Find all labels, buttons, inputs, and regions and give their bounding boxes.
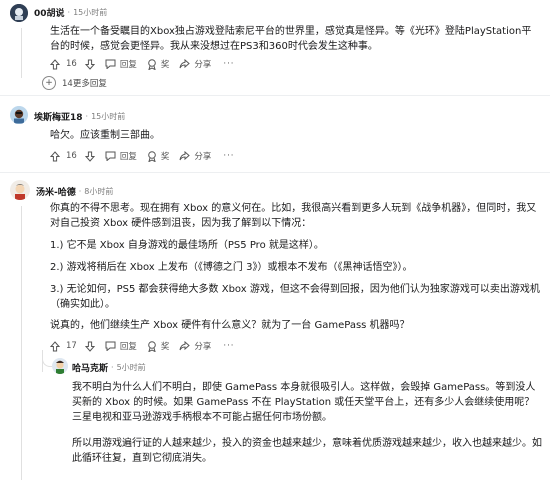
vote-group: 16 <box>50 58 95 70</box>
comment-body: 生活在一个备受瞩目的Xbox独占游戏登陆索尼平台的世界里，感觉真是怪异。等《光环… <box>50 26 532 52</box>
comment-header: 汤米-哈德 · 8小时前 <box>36 185 113 198</box>
share-icon <box>179 151 191 161</box>
avatar-image <box>10 4 28 22</box>
share-icon <box>179 59 191 69</box>
expand-icon: + <box>42 76 56 90</box>
thread-line <box>21 206 22 480</box>
avatar[interactable] <box>10 106 28 124</box>
comment-header: 00胡说 · 15小时前 <box>34 6 107 19</box>
avatar-image <box>10 180 30 200</box>
reply-icon <box>105 341 116 351</box>
comment-paragraph: 你真的不得不思考。现在拥有 Xbox 的意义何在。比如，我很高兴看到更多人玩到《… <box>50 203 537 229</box>
comment-paragraph: 3.) 无论如何，PS5 都会获得绝大多数 Xbox 游戏，但这不会得到回报，因… <box>50 284 540 310</box>
comment-paragraph: 2.) 游戏将稍后在 Xbox 上发布（《博德之门 3》）或根本不发布（《黑神话… <box>50 262 413 273</box>
downvote-icon[interactable] <box>84 59 95 70</box>
share-button[interactable]: 分享 <box>179 58 211 70</box>
more-options-icon[interactable]: ··· <box>223 59 234 69</box>
timestamp[interactable]: 8小时前 <box>84 186 113 197</box>
avatar[interactable] <box>10 4 28 22</box>
separator: · <box>111 363 114 372</box>
separator: · <box>78 187 82 196</box>
comment-paragraph: 所以用游戏遍行证的人越来越少，投入的资金也越来越少，意味着优质游戏越来越少，收入… <box>72 438 542 464</box>
share-label: 分享 <box>194 60 212 70</box>
reply-button[interactable]: 回复 <box>105 58 137 70</box>
reply-icon <box>105 151 116 161</box>
timestamp[interactable]: 15小时前 <box>91 111 125 122</box>
reply-label: 回复 <box>119 342 137 352</box>
avatar-image <box>52 358 68 374</box>
share-button[interactable]: 分享 <box>179 150 211 162</box>
downvote-icon[interactable] <box>84 151 95 162</box>
divider <box>0 95 550 96</box>
award-label: 奖 <box>160 60 170 70</box>
vote-group: 17 <box>50 340 95 352</box>
separator: · <box>85 112 89 121</box>
timestamp[interactable]: 5小时前 <box>117 362 146 373</box>
upvote-icon[interactable] <box>50 58 60 70</box>
comment-header: 哈马克斯 · 5小时前 <box>72 361 146 374</box>
more-replies-button[interactable]: + 14更多回复 <box>42 76 107 90</box>
avatar[interactable] <box>10 180 30 200</box>
divider <box>0 172 550 173</box>
upvote-icon[interactable] <box>50 150 60 162</box>
comment-actions: 17 回复 奖 分享 ··· <box>50 338 234 354</box>
vote-count: 16 <box>66 151 77 161</box>
comment-actions: 16 回复 奖 分享 ··· <box>50 148 234 164</box>
avatar[interactable] <box>52 358 68 374</box>
award-icon <box>148 58 156 70</box>
award-button[interactable]: 奖 <box>147 150 170 162</box>
comment-body: 哈欠。应该重制三部曲。 <box>50 130 160 141</box>
more-options-icon[interactable]: ··· <box>223 151 234 161</box>
thread-line <box>21 28 22 78</box>
upvote-icon[interactable] <box>50 340 60 352</box>
comment-actions: 16 回复 奖 分享 ··· <box>50 56 234 72</box>
reply-button[interactable]: 回复 <box>105 150 137 162</box>
separator: · <box>67 8 71 17</box>
award-button[interactable]: 奖 <box>147 58 170 70</box>
username[interactable]: 哈马克斯 <box>72 361 108 374</box>
award-icon <box>148 150 156 162</box>
comment-paragraph: 我不明白为什么人们不明白，即使 GamePass 本身就很吸引人。这样做，会毁掉… <box>72 382 536 423</box>
vote-count: 17 <box>66 341 77 351</box>
comment-paragraph: 说真的，他们继续生产 Xbox 硬件有什么意义？就为了一台 GamePass 机… <box>50 320 410 331</box>
award-icon <box>148 340 156 352</box>
more-replies-label: 14更多回复 <box>62 79 107 89</box>
username[interactable]: 汤米-哈德 <box>36 185 76 198</box>
share-label: 分享 <box>194 342 212 352</box>
reply-icon <box>105 59 116 69</box>
more-options-icon[interactable]: ··· <box>223 341 234 351</box>
award-label: 奖 <box>160 342 170 352</box>
avatar-image <box>10 106 28 124</box>
reply-label: 回复 <box>119 60 137 70</box>
award-button[interactable]: 奖 <box>147 340 170 352</box>
award-label: 奖 <box>160 152 170 162</box>
vote-count: 16 <box>66 59 77 69</box>
reply-label: 回复 <box>119 152 137 162</box>
reply-button[interactable]: 回复 <box>105 340 137 352</box>
username[interactable]: 埃斯梅亚18 <box>34 110 83 123</box>
share-label: 分享 <box>194 152 212 162</box>
comment-paragraph: 1.) 它不是 Xbox 自身游戏的最佳场所（PS5 Pro 就是这样）。 <box>50 240 324 251</box>
share-button[interactable]: 分享 <box>179 340 211 352</box>
vote-group: 16 <box>50 150 95 162</box>
downvote-icon[interactable] <box>84 341 95 352</box>
timestamp[interactable]: 15小时前 <box>73 7 107 18</box>
share-icon <box>179 341 191 351</box>
username[interactable]: 00胡说 <box>34 6 65 19</box>
comment-header: 埃斯梅亚18 · 15小时前 <box>34 110 125 123</box>
